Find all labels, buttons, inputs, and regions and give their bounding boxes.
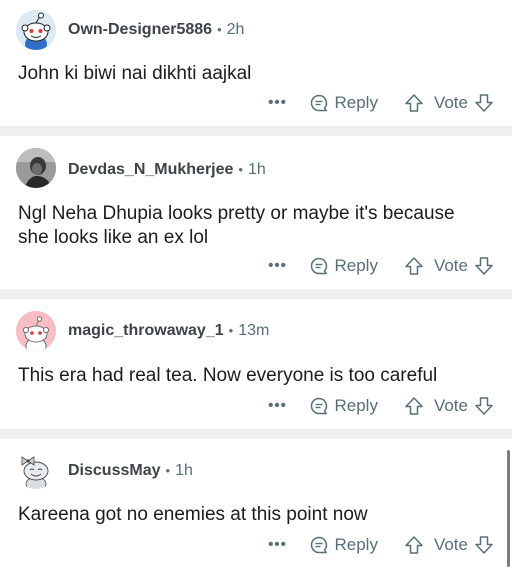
reply-icon xyxy=(311,257,328,275)
downvote-button[interactable] xyxy=(474,535,494,555)
comment-actions: ••• Reply Vote xyxy=(267,91,494,115)
reply-icon xyxy=(311,536,328,554)
reply-button[interactable]: Reply xyxy=(309,93,378,113)
meta-separator: • xyxy=(217,22,222,37)
reply-icon xyxy=(311,94,328,112)
upvote-button[interactable] xyxy=(404,256,424,276)
more-options-button[interactable]: ••• xyxy=(267,258,287,273)
comment-text: Kareena got no enemies at this point now xyxy=(18,504,368,525)
arrow-up-icon xyxy=(405,257,423,275)
reply-label: Reply xyxy=(334,396,378,415)
snoo-avatar-icon xyxy=(16,10,56,50)
arrow-up-icon xyxy=(405,94,423,112)
comment-card: magic_throwaway_1 • 13m This era had real … xyxy=(0,299,512,429)
arrow-down-icon xyxy=(475,397,493,415)
timestamp: 1h xyxy=(175,462,193,479)
vote-label: Vote xyxy=(433,256,468,275)
downvote-button[interactable] xyxy=(474,93,494,113)
avatar[interactable] xyxy=(16,311,56,351)
comment-meta: DiscussMay • 1h xyxy=(68,461,193,481)
vote-label: Vote xyxy=(433,396,468,415)
comment-card: Devdas_N_Mukherjee • 1h Ngl Neha Dhupia lo… xyxy=(0,136,512,289)
avatar[interactable] xyxy=(16,148,56,188)
photo-avatar-icon xyxy=(16,148,56,188)
username[interactable]: DiscussMay xyxy=(68,462,161,479)
reply-button[interactable]: Reply xyxy=(309,535,378,555)
comment-divider xyxy=(0,429,512,439)
timestamp: 2h xyxy=(226,21,245,38)
comment-actions: ••• Reply Vote xyxy=(267,254,494,278)
arrow-up-icon xyxy=(405,397,423,415)
comment-actions: ••• Reply Vote xyxy=(267,394,494,418)
comment-actions: ••• Reply Vote xyxy=(267,533,494,557)
downvote-button[interactable] xyxy=(474,396,494,416)
reply-button[interactable]: Reply xyxy=(309,396,378,416)
upvote-button[interactable] xyxy=(404,93,424,113)
comment-divider xyxy=(0,289,512,299)
reply-label: Reply xyxy=(334,93,378,112)
username[interactable]: magic_throwaway_1 xyxy=(68,322,224,339)
avatar[interactable] xyxy=(16,10,56,50)
comment-text: John ki biwi nai dikhti aajkal xyxy=(18,63,252,84)
timestamp: 1h xyxy=(247,161,266,178)
snoo-avatar-icon xyxy=(16,449,56,489)
comment-meta: magic_throwaway_1 • 13m xyxy=(68,321,269,341)
comment-text: Ngl Neha Dhupia looks pretty or maybe it… xyxy=(18,203,455,248)
reply-label: Reply xyxy=(334,256,378,275)
reply-label: Reply xyxy=(334,535,378,554)
username[interactable]: Own-Designer5886 xyxy=(68,21,212,38)
comment-meta: Devdas_N_Mukherjee • 1h xyxy=(68,160,266,180)
comment-divider xyxy=(0,126,512,136)
avatar[interactable] xyxy=(16,449,56,489)
comment-meta: Own-Designer5886 • 2h xyxy=(68,20,244,40)
reply-button[interactable]: Reply xyxy=(309,256,378,276)
arrow-down-icon xyxy=(475,257,493,275)
meta-separator: • xyxy=(228,323,234,338)
meta-separator: • xyxy=(238,162,243,177)
more-options-button[interactable]: ••• xyxy=(267,537,287,552)
arrow-up-icon xyxy=(405,536,423,554)
comment-text: This era had real tea. Now everyone is t… xyxy=(18,365,438,386)
vote-label: Vote xyxy=(433,93,468,112)
snoo-avatar-icon xyxy=(16,311,56,351)
more-options-button[interactable]: ••• xyxy=(267,95,287,110)
scrollbar[interactable] xyxy=(507,450,510,567)
vote-label: Vote xyxy=(433,535,468,554)
timestamp: 13m xyxy=(238,322,270,339)
arrow-down-icon xyxy=(475,94,493,112)
upvote-button[interactable] xyxy=(404,535,424,555)
meta-separator: • xyxy=(165,463,171,478)
upvote-button[interactable] xyxy=(404,396,424,416)
more-options-button[interactable]: ••• xyxy=(267,398,287,413)
comment-card: DiscussMay • 1h Kareena got no enemies at … xyxy=(0,439,512,567)
reply-icon xyxy=(311,397,328,415)
comment-card: Own-Designer5886 • 2h John ki biwi nai dik… xyxy=(0,0,512,126)
arrow-down-icon xyxy=(475,536,493,554)
downvote-button[interactable] xyxy=(474,256,494,276)
username[interactable]: Devdas_N_Mukherjee xyxy=(68,161,233,178)
